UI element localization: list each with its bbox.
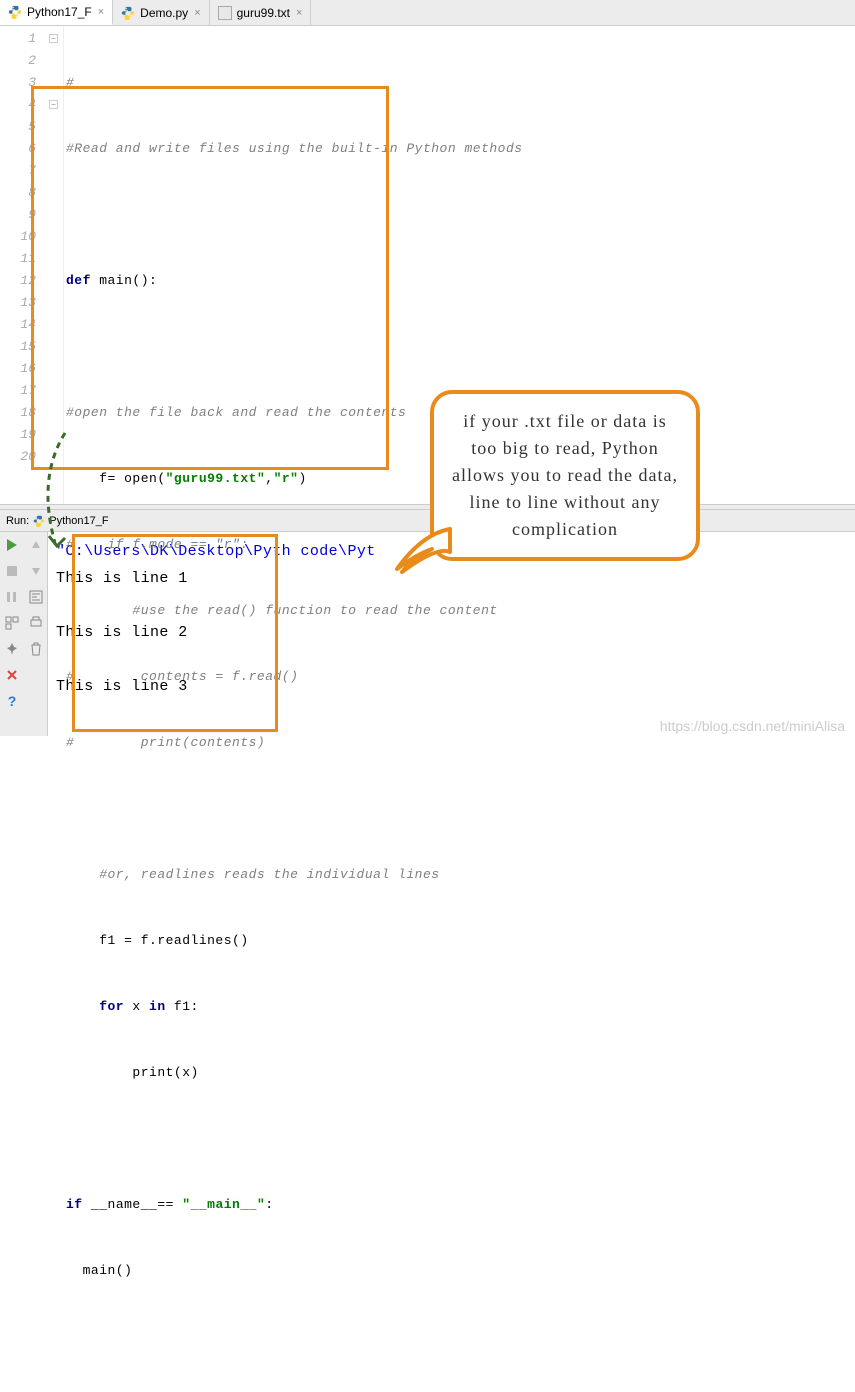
close-icon[interactable]: × (98, 6, 104, 18)
run-toolbar-secondary (24, 532, 48, 736)
code-editor[interactable]: 1234567891011121314151617181920 − − # #R… (0, 26, 855, 504)
wrap-button[interactable] (27, 588, 45, 606)
pin-button[interactable] (3, 640, 21, 658)
python-icon (8, 5, 22, 19)
tab-demo[interactable]: Demo.py × (113, 0, 209, 25)
python-icon (33, 515, 45, 527)
txt-file-icon (218, 6, 232, 20)
editor-tabs: Python17_F × Demo.py × guru99.txt × (0, 0, 855, 26)
python-icon (121, 6, 135, 20)
fold-gutter: − − (44, 26, 64, 504)
down-button[interactable] (27, 562, 45, 580)
close-icon[interactable]: × (296, 7, 302, 19)
tab-label: guru99.txt (237, 6, 290, 20)
print-button[interactable] (27, 614, 45, 632)
fold-icon[interactable]: − (49, 34, 58, 43)
run-button[interactable] (3, 536, 21, 554)
run-label: Run: (6, 515, 29, 527)
tab-guru99[interactable]: guru99.txt × (210, 0, 312, 25)
help-button[interactable]: ? (3, 692, 21, 710)
layout-button[interactable] (3, 614, 21, 632)
tab-label: Demo.py (140, 6, 188, 20)
close-button[interactable] (3, 666, 21, 684)
line-gutter: 1234567891011121314151617181920 (0, 26, 44, 504)
fold-icon[interactable]: − (49, 100, 58, 109)
annotation-callout: if your .txt file or data is too big to … (430, 390, 700, 580)
pause-button[interactable] (3, 588, 21, 606)
callout-text: if your .txt file or data is too big to … (452, 411, 678, 539)
watermark: https://blog.csdn.net/miniAlisa (660, 718, 845, 734)
close-icon[interactable]: × (194, 7, 200, 19)
tab-python17[interactable]: Python17_F × (0, 0, 113, 25)
stop-button[interactable] (3, 562, 21, 580)
up-button[interactable] (27, 536, 45, 554)
run-toolbar-primary: ? (0, 532, 24, 736)
tab-label: Python17_F (27, 5, 92, 19)
trash-button[interactable] (27, 640, 45, 658)
callout-tail-icon (392, 524, 452, 574)
